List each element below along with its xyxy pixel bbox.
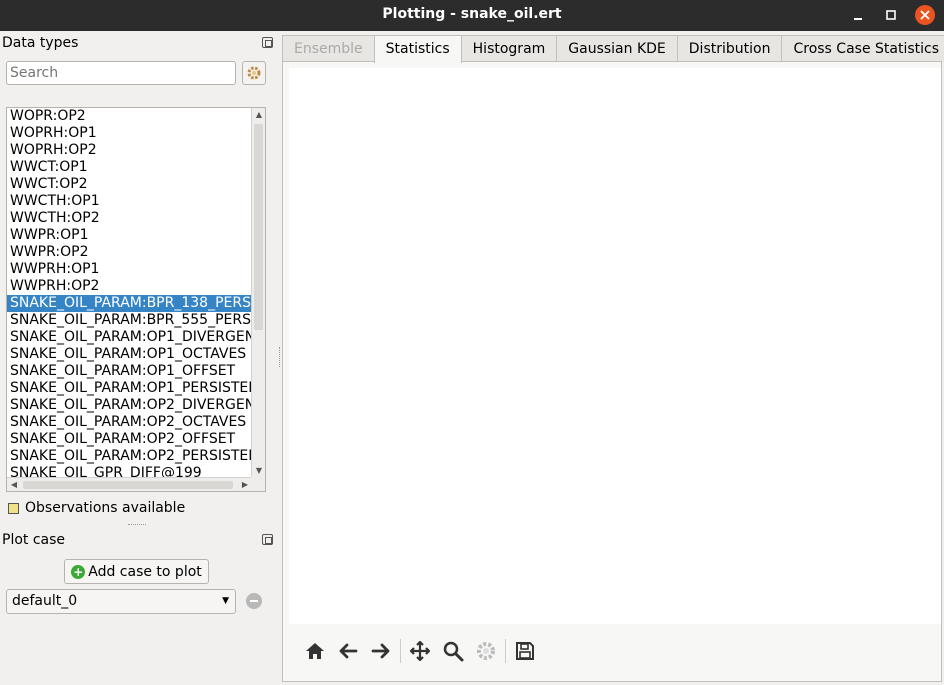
toolbar-separator [400, 639, 401, 663]
scroll-down-icon[interactable]: ▼ [252, 464, 265, 478]
list-item[interactable]: SNAKE_OIL_PARAM:OP1_PERSISTENCE [7, 380, 252, 397]
case-select-value: default_0 [12, 593, 78, 609]
list-item[interactable]: WWPRH:OP1 [7, 261, 252, 278]
plot-toolbar [301, 637, 544, 665]
horizontal-scrollbar[interactable]: ◀ ▶ [7, 477, 252, 491]
list-item[interactable]: WOPRH:OP2 [7, 142, 252, 159]
search-options-button[interactable] [242, 61, 266, 85]
plot-case-float-button[interactable] [262, 534, 273, 545]
scroll-up-icon[interactable]: ▲ [252, 108, 265, 122]
close-icon [920, 10, 930, 20]
back-arrow-icon [339, 643, 358, 659]
list-item[interactable]: SNAKE_OIL_PARAM:OP1_OCTAVES [7, 346, 252, 363]
title-bar: Plotting - snake_oil.ert [0, 0, 944, 31]
plot-area: Ensemble Statistics Histogram Gaussian KDE D… [282, 31, 944, 685]
maximize-button[interactable] [881, 5, 901, 25]
save-icon [516, 642, 534, 660]
observations-swatch [8, 502, 19, 514]
add-icon: + [71, 564, 86, 579]
plot-case-title: Plot case [2, 532, 66, 548]
home-icon [306, 643, 324, 659]
forward-arrow-icon [371, 643, 390, 659]
tab-histogram[interactable]: Histogram [460, 35, 558, 62]
maximize-icon [886, 10, 896, 20]
zoom-icon [443, 641, 464, 662]
minimize-button[interactable] [848, 5, 868, 25]
left-panel: Data types WOPR:OP2WOPRH:OP1WOPRH:OP2WWC… [0, 31, 278, 685]
panel-splitter[interactable] [128, 524, 146, 526]
scroll-left-icon[interactable]: ◀ [7, 478, 21, 491]
case-select[interactable]: default_0 ▼ [6, 589, 236, 614]
home-button[interactable] [301, 637, 329, 665]
list-item[interactable]: WWCT:OP2 [7, 176, 252, 193]
list-item[interactable]: WOPR:OP2 [7, 108, 252, 125]
list-item[interactable]: WWPR:OP1 [7, 227, 252, 244]
add-case-label: Add case to plot [88, 563, 202, 580]
data-types-title: Data types [2, 35, 79, 51]
list-item[interactable]: SNAKE_OIL_PARAM:BPR_555_PERSISTENCE [7, 312, 252, 329]
tab-statistics[interactable]: Statistics [373, 35, 462, 63]
splitter-handle[interactable] [279, 347, 281, 367]
toolbar-separator [505, 639, 506, 663]
minimize-icon [854, 18, 862, 20]
list-item[interactable]: SNAKE_OIL_PARAM:OP2_DIVERGENCE_SCALE [7, 397, 252, 414]
save-button[interactable] [511, 637, 539, 665]
tab-gaussian-kde[interactable]: Gaussian KDE [556, 35, 678, 62]
add-case-button[interactable]: + Add case to plot [64, 559, 209, 584]
window-title: Plotting - snake_oil.ert [382, 6, 562, 22]
list-item[interactable]: SNAKE_OIL_PARAM:OP2_PERSISTENCE [7, 448, 252, 465]
data-types-list[interactable]: WOPR:OP2 WOPRH:OP1 WOPRH:OP2 WWCT:OP1 WWCT:O… [6, 107, 266, 492]
scroll-corner [251, 477, 265, 491]
list-item[interactable]: WWCTH:OP1 [7, 193, 252, 210]
tab-cross-case-statistics[interactable]: Cross Case Statistics [781, 35, 944, 62]
search-input[interactable] [6, 61, 236, 85]
close-button[interactable] [915, 5, 935, 25]
tab-ensemble: Ensemble [282, 35, 375, 62]
list-item[interactable]: SNAKE_OIL_PARAM:OP2_OCTAVES [7, 414, 252, 431]
plot-canvas[interactable] [289, 68, 941, 624]
list-item[interactable]: WWCTH:OP2 [7, 210, 252, 227]
remove-case-button[interactable] [246, 593, 262, 609]
zoom-button[interactable] [439, 637, 467, 665]
list-item[interactable]: WOPRH:OP1 [7, 125, 252, 142]
pan-button[interactable] [406, 637, 434, 665]
list-item[interactable]: SNAKE_OIL_PARAM:OP1_DIVERGENCE_SCALE [7, 329, 252, 346]
list-item[interactable]: SNAKE_OIL_PARAM:BPR_138_PERSISTENCE [7, 295, 252, 312]
list-item[interactable]: WWCT:OP1 [7, 159, 252, 176]
plot-window: Data types WOPR:OP2WOPRH:OP1WOPRH:OP2WWC… [0, 31, 944, 685]
plot-tabs: Ensemble Statistics Histogram Gaussian KDE D… [282, 35, 944, 63]
observations-label: Observations available [25, 500, 186, 516]
vertical-scrollbar[interactable]: ▲ ▼ [251, 108, 265, 478]
list-item[interactable]: SNAKE_OIL_PARAM:OP2_OFFSET [7, 431, 252, 448]
data-types-items: WOPR:OP2 WOPRH:OP1 WOPRH:OP2 WWCT:OP1 WWCT:O… [7, 108, 252, 478]
data-types-float-button[interactable] [262, 37, 273, 48]
configure-icon [247, 66, 261, 80]
pan-icon [409, 640, 431, 662]
configure-subplots-button[interactable] [472, 637, 500, 665]
list-item[interactable]: WWPRH:OP2 [7, 278, 252, 295]
back-button[interactable] [334, 637, 362, 665]
plot-pane [282, 61, 942, 682]
tab-distribution[interactable]: Distribution [676, 35, 783, 62]
observations-legend: Observations available [8, 500, 185, 516]
hscroll-thumb[interactable] [23, 481, 233, 489]
scroll-thumb[interactable] [254, 124, 263, 330]
chevron-down-icon: ▼ [222, 596, 229, 606]
forward-button[interactable] [367, 637, 395, 665]
configure-icon [477, 642, 495, 660]
list-item[interactable]: SNAKE_OIL_PARAM:OP1_OFFSET [7, 363, 252, 380]
list-item[interactable]: WWPR:OP2 [7, 244, 252, 261]
scroll-right-icon[interactable]: ▶ [238, 478, 252, 491]
